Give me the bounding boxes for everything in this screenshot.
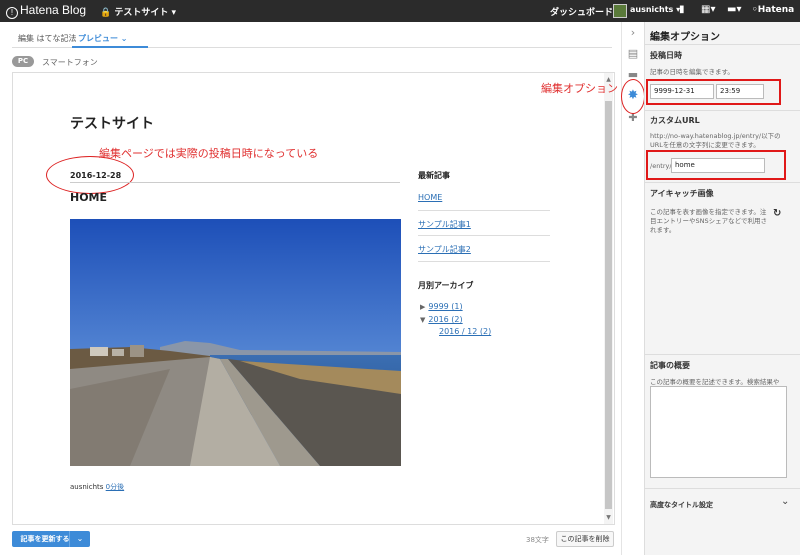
tab-preview-label: プレビュー [78, 34, 118, 43]
device-pc-toggle[interactable]: PC [12, 56, 34, 67]
advanced-title-settings[interactable]: 高度なタイトル設定 [650, 500, 713, 510]
post-author: ausnichts 0分後 [70, 482, 124, 492]
site-menu[interactable]: 🔒 テストサイト ▾ [100, 5, 176, 18]
delete-post-button[interactable]: この記事を削除 [556, 531, 614, 547]
archive-heading: 月別アーカイブ [418, 281, 474, 290]
archive-item[interactable]: ▶ 9999 (1) [420, 302, 463, 311]
logo-text: Hatena Blog [20, 3, 87, 17]
summary-heading: 記事の概要 [650, 361, 690, 370]
time-ago-link[interactable]: 0分後 [106, 483, 124, 491]
window-icon[interactable]: ▤ [625, 47, 641, 61]
eyecatch-heading: アイキャッチ画像 [650, 189, 714, 198]
post-photo [70, 219, 401, 466]
avatar[interactable] [613, 4, 627, 18]
divider [70, 182, 400, 183]
chevron-down-icon[interactable]: ⌄ [781, 496, 789, 507]
hatena-link-label: Hatena [757, 5, 795, 15]
apps-grid-icon[interactable]: ▦▾ [701, 4, 715, 15]
archive-subitem[interactable]: 2016 / 12 (2) [439, 327, 491, 336]
top-bar: ! Hatena Blog 🔒 テストサイト ▾ ダッシュボード ausnicht… [0, 0, 800, 22]
editor-tabs: 編集 はてな記法 プレビュー ⌄ [12, 26, 612, 48]
panel-title: 編集オプション [650, 32, 720, 43]
preview-frame: テストサイト 編集ページでは実際の投稿日時になっている 2016-12-28 H… [12, 72, 615, 525]
scroll-down-icon[interactable]: ▼ [604, 514, 613, 521]
triangle-down-icon: ▼ [420, 316, 426, 324]
divider [418, 261, 550, 262]
dashboard-link[interactable]: ダッシュボード [550, 5, 613, 18]
annotation-box-url [646, 150, 786, 180]
recent-link[interactable]: HOME [418, 193, 550, 202]
annotation-ellipse-date [46, 156, 134, 194]
annotation-options-note: 編集オプション [541, 82, 618, 95]
divider [645, 110, 800, 111]
divider [418, 210, 550, 211]
user-name: ausnichts [630, 5, 674, 14]
hatena-link[interactable]: ◦Hatena [752, 5, 794, 15]
divider [645, 488, 800, 489]
edit-options-panel: 編集オプション 投稿日時 記事の日時を編集できます。 9999-12-31 23… [644, 22, 800, 555]
divider [645, 182, 800, 183]
archive-label: 9999 (1) [428, 302, 463, 311]
scrollbar-thumb[interactable] [605, 101, 612, 509]
hatena-blog-logo[interactable]: ! Hatena Blog [6, 3, 86, 19]
eyecatch-desc: この記事を表す画像を指定できます。注目エントリーやSNSシェアなどで利用されます… [650, 208, 767, 234]
device-smartphone-toggle[interactable]: スマートフォン [42, 57, 98, 68]
divider [418, 235, 550, 236]
annotation-date-note: 編集ページでは実際の投稿日時になっている [99, 147, 319, 160]
bookmark-icon[interactable]: ▮ [679, 4, 685, 15]
divider [645, 44, 800, 45]
preview-scrollbar[interactable]: ▲ ▼ [604, 73, 613, 524]
archive-label: 2016 / 12 (2) [439, 327, 492, 336]
annotation-ellipse-gear [621, 79, 645, 114]
update-options-chevron-icon[interactable]: ⌄ [69, 531, 90, 547]
tab-preview[interactable]: プレビュー ⌄ [78, 33, 128, 44]
active-tab-indicator [72, 46, 148, 48]
char-count: 38文字 [526, 536, 549, 544]
summary-textarea[interactable] [650, 386, 787, 478]
refresh-icon[interactable]: ↻ [773, 208, 781, 219]
hatena-logo-icon: ! [6, 7, 18, 19]
post-date-heading: 投稿日時 [650, 51, 682, 60]
blog-title[interactable]: テストサイト [70, 113, 154, 133]
chevron-right-icon[interactable]: › [625, 26, 641, 40]
custom-url-desc: http://no-way.hatenablog.jp/entry/以下のURL… [650, 132, 781, 149]
archive-label: 2016 (2) [428, 315, 463, 324]
custom-url-heading: カスタムURL [650, 116, 700, 125]
site-menu-label: テストサイト [114, 8, 169, 18]
annotation-box-date [646, 79, 781, 105]
triangle-right-icon: ▶ [420, 303, 426, 311]
footer-bar: 記事を更新する ⌄ 38文字 この記事を削除 [0, 528, 620, 555]
chevron-down-icon: ⌄ [120, 34, 128, 43]
author-name: ausnichts [70, 483, 104, 491]
notification-icon[interactable]: ▬▾ [727, 4, 741, 15]
recent-link[interactable]: サンプル記事2 [418, 244, 550, 255]
post-date-desc: 記事の日時を編集できます。 [650, 68, 734, 76]
tab-edit[interactable]: 編集 はてな記法 [18, 33, 77, 44]
recent-link[interactable]: サンプル記事1 [418, 219, 550, 230]
divider [645, 354, 800, 355]
recent-heading: 最新記事 [418, 171, 450, 180]
archive-item[interactable]: ▼ 2016 (2) [420, 315, 463, 324]
user-menu[interactable]: ausnichts ▾ [630, 5, 680, 14]
post-title[interactable]: HOME [70, 191, 107, 204]
